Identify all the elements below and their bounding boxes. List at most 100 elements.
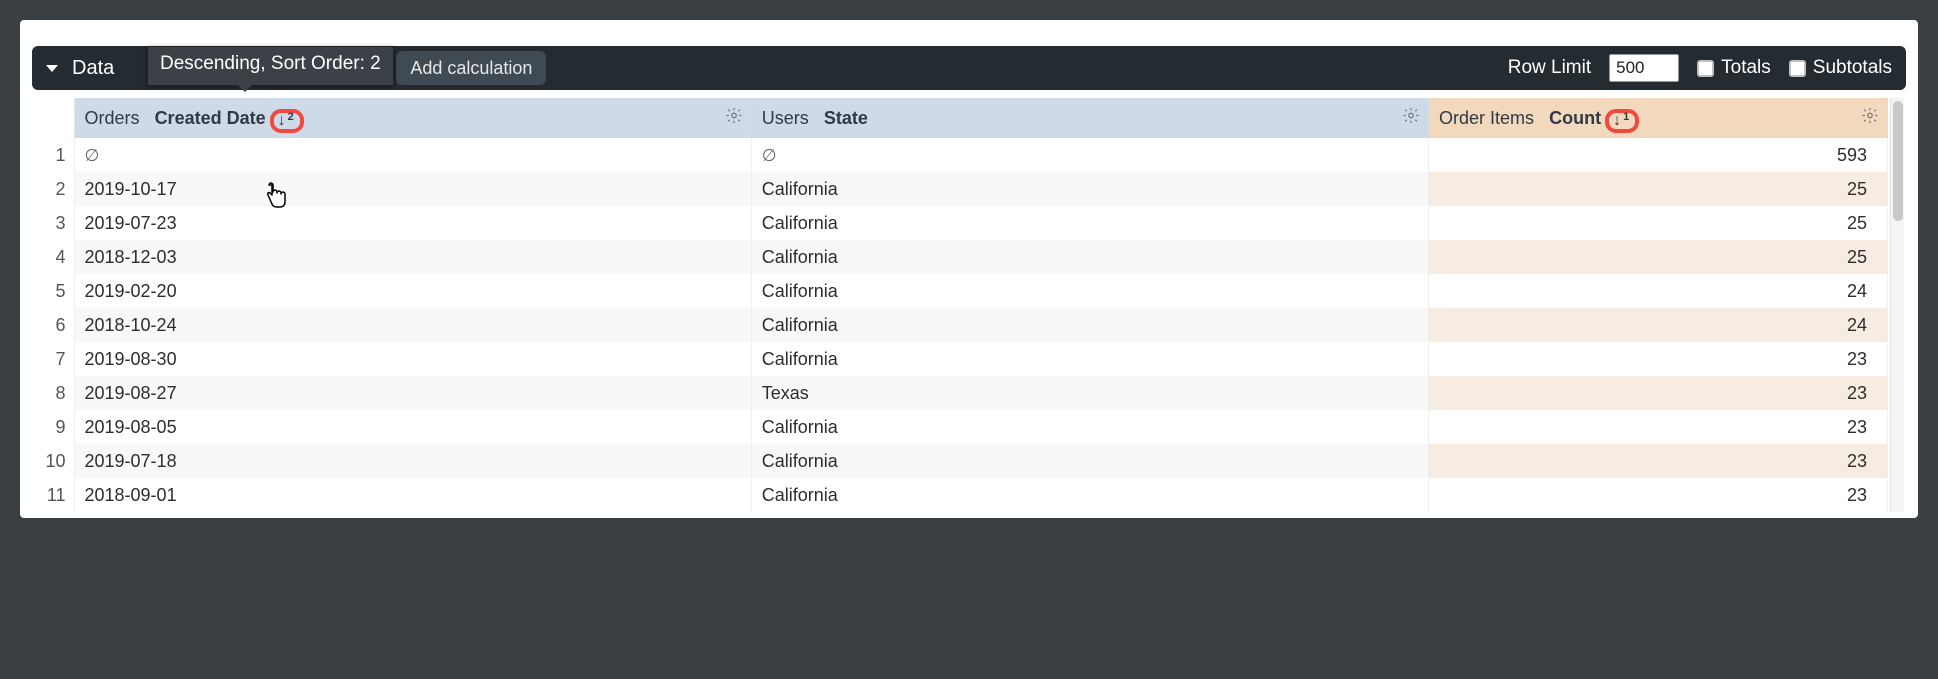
- header-row: Orders Created Date ↓ 2 Users: [32, 98, 1888, 138]
- cell-count[interactable]: 24: [1429, 308, 1888, 342]
- row-number: 2: [32, 172, 74, 206]
- rownum-header: [32, 98, 74, 138]
- cell-created-date[interactable]: 2018-10-24: [74, 308, 751, 342]
- cell-state[interactable]: California: [751, 342, 1428, 376]
- column-header-created-date[interactable]: Orders Created Date ↓ 2: [74, 98, 751, 138]
- subtotals-toggle[interactable]: Subtotals: [1789, 57, 1892, 79]
- toolbar-right: Row Limit Totals Subtotals: [1508, 54, 1892, 82]
- sort-indicator[interactable]: ↓ 1: [1608, 112, 1636, 130]
- column-field: State: [824, 108, 868, 128]
- row-number: 1: [32, 138, 74, 172]
- cell-state[interactable]: California: [751, 206, 1428, 240]
- cell-state[interactable]: California: [751, 410, 1428, 444]
- column-group: Orders: [85, 108, 140, 128]
- cell-created-date[interactable]: 2019-07-23: [74, 206, 751, 240]
- toolbar-title: Data: [72, 57, 114, 80]
- cell-count[interactable]: 23: [1429, 444, 1888, 478]
- cell-state[interactable]: Texas: [751, 376, 1428, 410]
- table-body: 1∅∅59322019-10-17California2532019-07-23…: [32, 138, 1888, 512]
- scrollbar-thumb[interactable]: [1893, 101, 1903, 221]
- row-number: 11: [32, 478, 74, 512]
- cell-created-date[interactable]: 2019-07-18: [74, 444, 751, 478]
- table-wrap: Orders Created Date ↓ 2 Users: [32, 98, 1906, 512]
- table-row[interactable]: 1 ∅ ∅ 593: [32, 138, 1888, 172]
- row-number: 9: [32, 410, 74, 444]
- null-icon: ∅: [85, 146, 100, 165]
- totals-label: Totals: [1721, 57, 1771, 79]
- table-row[interactable]: 82019-08-27Texas23: [32, 376, 1888, 410]
- vertical-scrollbar[interactable]: [1890, 98, 1904, 512]
- row-number: 8: [32, 376, 74, 410]
- column-settings-button[interactable]: [1402, 107, 1420, 130]
- gear-icon: [725, 107, 743, 125]
- checkbox-icon: [1697, 60, 1714, 77]
- table-row[interactable]: 62018-10-24California24: [32, 308, 1888, 342]
- sort-indicator[interactable]: ↓ 2: [273, 112, 301, 130]
- results-table: Orders Created Date ↓ 2 Users: [32, 98, 1888, 512]
- sort-order-number: 1: [1623, 111, 1629, 123]
- column-header-count[interactable]: Order Items Count ↓ 1: [1429, 98, 1888, 138]
- row-number: 4: [32, 240, 74, 274]
- table-row[interactable]: 32019-07-23California25: [32, 206, 1888, 240]
- sort-order-number: 2: [288, 111, 294, 123]
- caret-down-icon[interactable]: [46, 65, 58, 72]
- checkbox-icon: [1789, 60, 1806, 77]
- cell-created-date[interactable]: 2018-12-03: [74, 240, 751, 274]
- cell-created-date[interactable]: 2019-10-17: [74, 172, 751, 206]
- table-row[interactable]: 72019-08-30California23: [32, 342, 1888, 376]
- sort-tooltip: Descending, Sort Order: 2: [147, 46, 394, 86]
- column-field: Created Date: [155, 108, 266, 128]
- table-row[interactable]: 22019-10-17California25: [32, 172, 1888, 206]
- cell-created-date[interactable]: ∅: [74, 138, 751, 172]
- cell-state[interactable]: California: [751, 478, 1428, 512]
- gear-icon: [1402, 107, 1420, 125]
- column-settings-button[interactable]: [725, 107, 743, 130]
- cell-created-date[interactable]: 2019-08-27: [74, 376, 751, 410]
- column-group: Order Items: [1439, 108, 1534, 128]
- cell-count[interactable]: 23: [1429, 410, 1888, 444]
- data-toolbar: Data Results SQL Add calculation Descend…: [32, 46, 1906, 90]
- totals-toggle[interactable]: Totals: [1697, 57, 1771, 79]
- cell-created-date[interactable]: 2019-08-30: [74, 342, 751, 376]
- cell-state[interactable]: California: [751, 308, 1428, 342]
- cell-count[interactable]: 24: [1429, 274, 1888, 308]
- row-number: 3: [32, 206, 74, 240]
- subtotals-label: Subtotals: [1813, 57, 1892, 79]
- sort-tooltip-text: Descending, Sort Order: 2: [160, 53, 381, 74]
- cell-state[interactable]: California: [751, 274, 1428, 308]
- row-limit-input[interactable]: [1609, 54, 1679, 82]
- cell-state[interactable]: California: [751, 172, 1428, 206]
- gear-icon: [1861, 107, 1879, 125]
- cell-count[interactable]: 23: [1429, 478, 1888, 512]
- cell-created-date[interactable]: 2019-08-05: [74, 410, 751, 444]
- cell-state[interactable]: California: [751, 444, 1428, 478]
- arrow-down-icon: ↓: [278, 113, 286, 129]
- column-group: Users: [762, 108, 809, 128]
- column-settings-button[interactable]: [1861, 107, 1879, 130]
- cell-created-date[interactable]: 2018-09-01: [74, 478, 751, 512]
- null-icon: ∅: [762, 146, 777, 165]
- row-number: 5: [32, 274, 74, 308]
- column-field: Count: [1549, 108, 1601, 128]
- table-row[interactable]: 52019-02-20California24: [32, 274, 1888, 308]
- add-calculation-button[interactable]: Add calculation: [396, 51, 546, 85]
- column-header-state[interactable]: Users State: [751, 98, 1428, 138]
- cell-count[interactable]: 25: [1429, 240, 1888, 274]
- table-row[interactable]: 102019-07-18California23: [32, 444, 1888, 478]
- cell-created-date[interactable]: 2019-02-20: [74, 274, 751, 308]
- cell-count[interactable]: 23: [1429, 376, 1888, 410]
- cell-count[interactable]: 23: [1429, 342, 1888, 376]
- arrow-down-icon: ↓: [1613, 113, 1621, 129]
- cell-count[interactable]: 25: [1429, 172, 1888, 206]
- cell-count[interactable]: 25: [1429, 206, 1888, 240]
- cell-state[interactable]: California: [751, 240, 1428, 274]
- cell-state[interactable]: ∅: [751, 138, 1428, 172]
- table-row[interactable]: 112018-09-01California23: [32, 478, 1888, 512]
- cell-count[interactable]: 593: [1429, 138, 1888, 172]
- row-number: 10: [32, 444, 74, 478]
- app-frame: Data Results SQL Add calculation Descend…: [20, 20, 1918, 518]
- row-number: 7: [32, 342, 74, 376]
- row-number: 6: [32, 308, 74, 342]
- table-row[interactable]: 42018-12-03California25: [32, 240, 1888, 274]
- table-row[interactable]: 92019-08-05California23: [32, 410, 1888, 444]
